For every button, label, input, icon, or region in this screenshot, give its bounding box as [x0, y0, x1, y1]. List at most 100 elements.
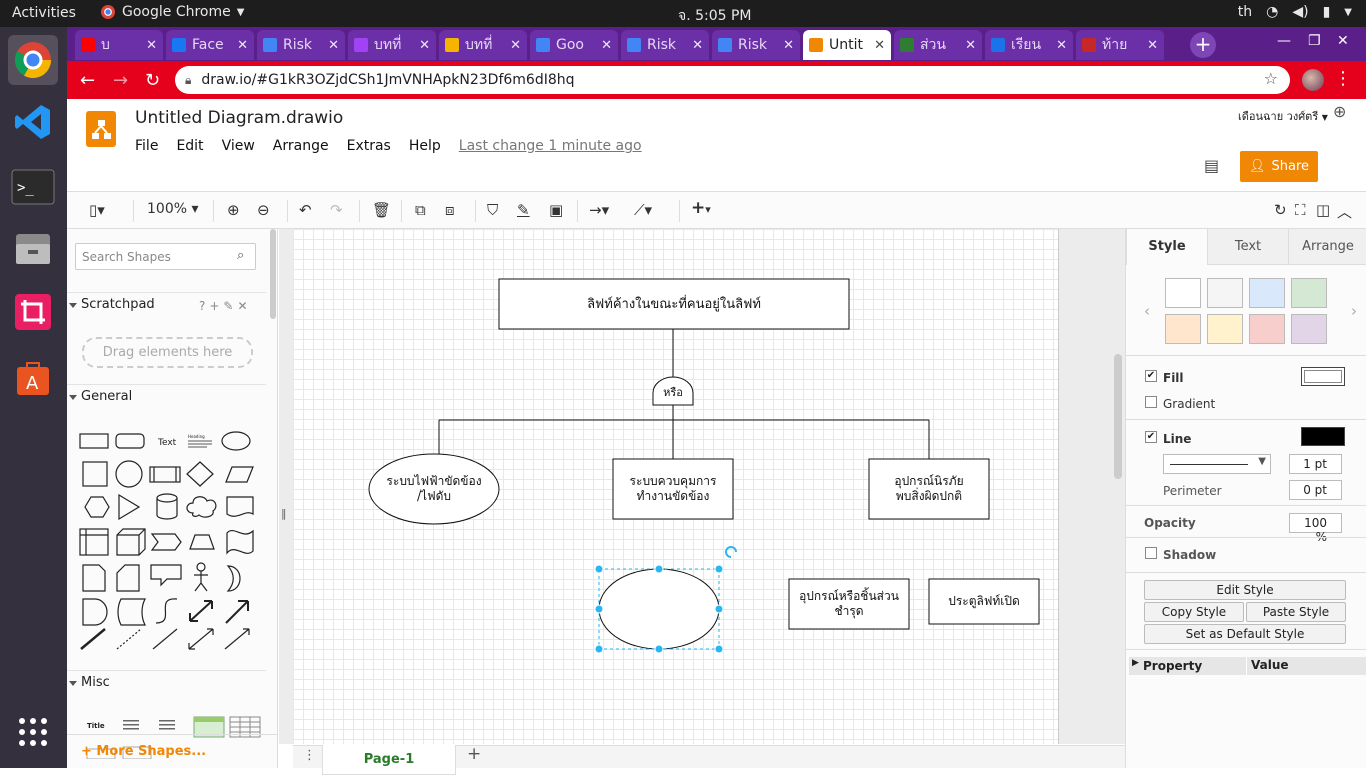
line-color-swatch[interactable] — [1301, 427, 1345, 446]
gradient-checkbox[interactable] — [1145, 396, 1157, 408]
gate-label[interactable]: หรือ — [653, 379, 693, 405]
color-swatch[interactable] — [1207, 278, 1243, 308]
tab-close-icon[interactable]: ✕ — [874, 38, 885, 53]
more-shapes-button[interactable]: + More Shapes... — [67, 734, 277, 768]
general-header[interactable]: General — [67, 384, 266, 408]
back-icon[interactable]: ← — [80, 70, 95, 91]
safety-node-label[interactable]: อุปกรณ์นิรภัย พบสิ่งผิดปกติ — [869, 459, 989, 519]
browser-tab[interactable]: Face ✕ — [166, 30, 254, 60]
scratchpad-dropzone[interactable]: Drag elements here — [82, 337, 253, 368]
sidebar-scrollbar[interactable] — [270, 229, 276, 319]
control-node-label[interactable]: ระบบควบคุมการ ทำงานขัดข้อง — [613, 459, 733, 519]
menu-edit[interactable]: Edit — [176, 138, 203, 154]
waypoints-icon[interactable]: ⟋▾ — [634, 201, 652, 219]
canvas-vertical-scrollbar[interactable] — [1114, 354, 1122, 479]
tab-close-icon[interactable]: ✕ — [601, 38, 612, 53]
edit-style-button[interactable]: Edit Style — [1144, 580, 1346, 600]
dock-screenshot[interactable] — [8, 287, 58, 337]
fullscreen-icon[interactable]: ⛶ — [1295, 201, 1306, 219]
browser-tab[interactable]: Untit ✕ — [803, 30, 891, 60]
globe-icon[interactable]: ⊕ — [1333, 102, 1346, 121]
color-swatch[interactable] — [1165, 278, 1201, 308]
dock-chrome[interactable] — [8, 35, 58, 85]
bookmark-star-icon[interactable]: ☆ — [1264, 69, 1278, 88]
top-event-label[interactable]: ลิฟท์ค้างในขณะที่คนอยู่ในลิฟท์ — [499, 279, 849, 329]
door-node-label[interactable]: ประตูลิฟท์เปิด — [929, 579, 1039, 624]
browser-tab[interactable]: บทที่ ✕ — [348, 30, 436, 60]
maximize-icon[interactable]: ❐ — [1308, 33, 1321, 49]
browser-tab[interactable]: Goo ✕ — [530, 30, 618, 60]
minimize-icon[interactable]: — — [1277, 33, 1291, 49]
activities-button[interactable]: Activities — [12, 5, 76, 21]
tab-arrange[interactable]: Arrange — [1288, 229, 1366, 265]
insert-icon[interactable]: +▾ — [691, 198, 711, 218]
forward-icon[interactable]: → — [113, 70, 128, 91]
user-name[interactable]: เดือนฉาย วงศ์ตรี ▼ — [1238, 107, 1328, 125]
dock-software[interactable]: A — [8, 352, 58, 402]
color-swatch[interactable] — [1249, 278, 1285, 308]
copy-style-button[interactable]: Copy Style — [1144, 602, 1244, 622]
tab-close-icon[interactable]: ✕ — [783, 38, 794, 53]
close-icon[interactable]: ✕ — [1337, 33, 1349, 49]
canvas-area[interactable]: ลิฟท์ค้างในขณะที่คนอยู่ในลิฟท์ หรือ ระบบ… — [279, 229, 1192, 744]
shadow-checkbox[interactable] — [1145, 547, 1157, 559]
tab-close-icon[interactable]: ✕ — [419, 38, 430, 53]
omnibox[interactable]: 🔒︎ draw.io/#G1kR3OZjdCSh1JmVNHApkN23Df6m… — [175, 66, 1290, 94]
tab-close-icon[interactable]: ✕ — [1147, 38, 1158, 53]
collapse-icon[interactable]: ︿ — [1337, 201, 1352, 222]
dock-terminal[interactable]: >_ — [8, 162, 58, 212]
tab-close-icon[interactable]: ✕ — [1056, 38, 1067, 53]
tab-close-icon[interactable]: ✕ — [965, 38, 976, 53]
tab-close-icon[interactable]: ✕ — [146, 38, 157, 53]
menu-extras[interactable]: Extras — [347, 138, 391, 154]
power-node-label[interactable]: ระบบไฟฟ้าขัดข้อง /ไฟดับ — [369, 454, 499, 524]
view-panels-icon[interactable]: ▯▾ — [89, 201, 105, 219]
tab-close-icon[interactable]: ✕ — [328, 38, 339, 53]
to-front-icon[interactable]: ⧉ — [415, 201, 426, 219]
line-color-icon[interactable]: ✎ — [517, 201, 530, 219]
browser-tab[interactable]: Risk ✕ — [712, 30, 800, 60]
app-menu[interactable]: Google Chrome ▼ — [100, 4, 244, 20]
undo-icon[interactable]: ↶ — [299, 201, 312, 219]
clock[interactable]: จ. 5:05 PM — [678, 5, 752, 27]
delete-icon[interactable]: 🗑︎ — [372, 201, 391, 219]
browser-tab[interactable]: Risk ✕ — [257, 30, 345, 60]
color-swatch[interactable] — [1291, 314, 1327, 344]
chrome-menu-icon[interactable]: ⋮ — [1334, 68, 1352, 89]
reload-icon[interactable]: ↻ — [145, 70, 160, 91]
menu-view[interactable]: View — [222, 138, 255, 154]
tab-style[interactable]: Style — [1126, 229, 1207, 265]
connection-icon[interactable]: →▾ — [589, 201, 609, 219]
menu-arrange[interactable]: Arrange — [273, 138, 329, 154]
perimeter-input[interactable]: 0 pt — [1289, 480, 1342, 500]
zoom-out-icon[interactable]: ⊖ — [257, 201, 270, 219]
color-swatch[interactable] — [1249, 314, 1285, 344]
opacity-input[interactable]: 100 % — [1289, 513, 1342, 544]
input-language[interactable]: th — [1238, 4, 1252, 20]
prev-palette-icon[interactable]: ‹ — [1144, 302, 1150, 320]
menu-file[interactable]: File — [135, 138, 158, 154]
sidebar-resize-handle[interactable]: ‖ — [281, 507, 287, 520]
shadow-icon[interactable]: ▣ — [549, 201, 563, 219]
dock-vscode[interactable] — [8, 97, 58, 147]
zoom-select[interactable]: 100% ▾ — [147, 201, 199, 217]
diagram-page[interactable]: ลิฟท์ค้างในขณะที่คนอยู่ในลิฟท์ หรือ ระบบ… — [293, 229, 1059, 744]
browser-tab[interactable]: เรียน ✕ — [985, 30, 1073, 60]
browser-tab[interactable]: บทที่ ✕ — [439, 30, 527, 60]
share-button[interactable]: 👤︎ Share — [1240, 151, 1318, 182]
tab-page-1[interactable]: Page-1 — [322, 745, 456, 775]
to-back-icon[interactable]: ⧈ — [445, 201, 455, 219]
fill-color-icon[interactable]: ⛉ — [487, 201, 498, 219]
browser-tab[interactable]: ท้าย ✕ — [1076, 30, 1164, 60]
zoom-in-icon[interactable]: ⊕ — [227, 201, 240, 219]
menu-help[interactable]: Help — [409, 138, 441, 154]
tab-close-icon[interactable]: ✕ — [692, 38, 703, 53]
file-title[interactable]: Untitled Diagram.drawio — [135, 108, 343, 128]
set-default-style-button[interactable]: Set as Default Style — [1144, 624, 1346, 644]
dock-app-grid[interactable] — [8, 707, 58, 757]
browser-tab[interactable]: ส่วน ✕ — [894, 30, 982, 60]
format-panel-icon[interactable]: ◫ — [1316, 201, 1330, 219]
system-tray[interactable]: th ◔ ◀) ▮ ▼ — [1238, 4, 1352, 20]
profile-avatar[interactable] — [1302, 69, 1324, 91]
redo-icon[interactable]: ↷ — [330, 201, 343, 219]
